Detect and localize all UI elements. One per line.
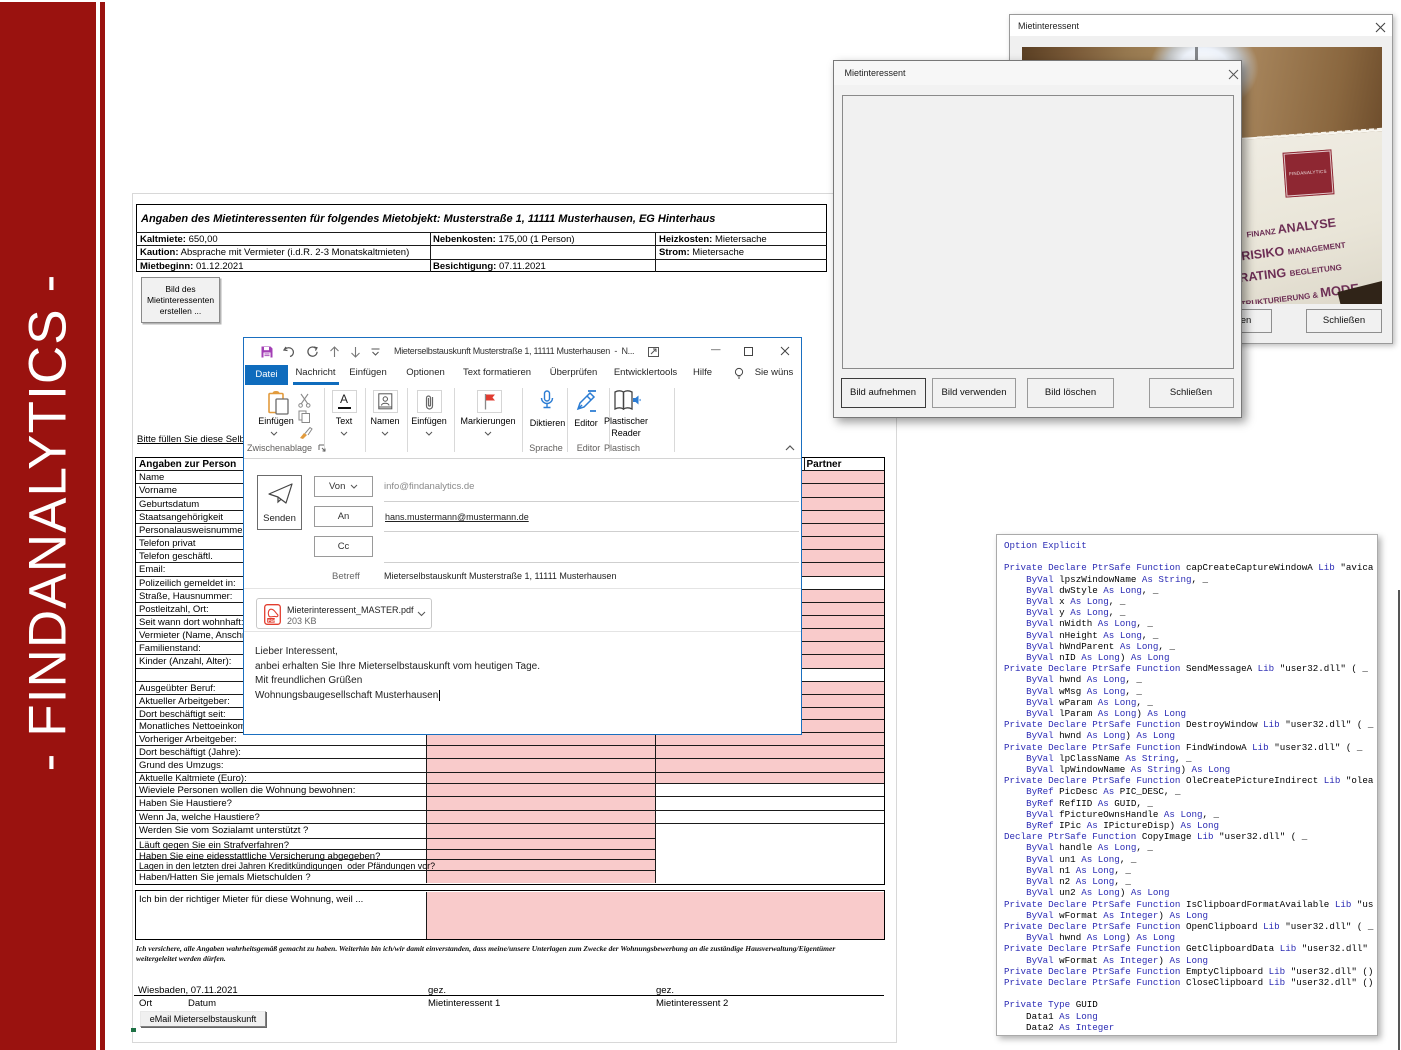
svg-text:PDF: PDF bbox=[268, 618, 276, 623]
